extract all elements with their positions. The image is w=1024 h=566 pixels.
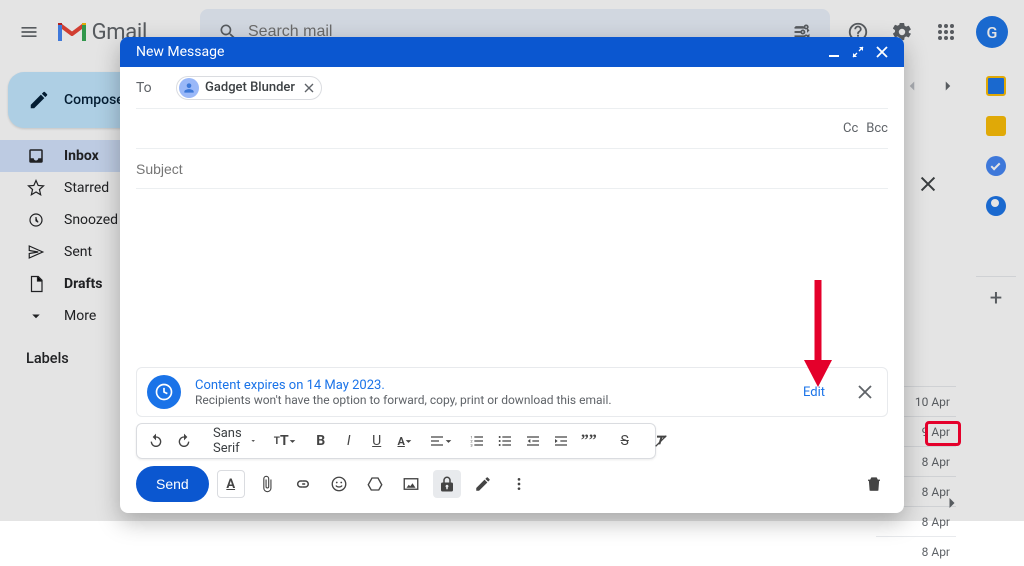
confidential-mode-banner: Content expires on 14 May 2023. Recipien…	[136, 367, 888, 417]
numbered-list-button[interactable]: 123	[464, 427, 490, 455]
inbox-icon	[26, 147, 46, 165]
compose-label: Compose	[64, 92, 124, 108]
formatting-toolbar: Sans Serif TT B I U A 123 ”” S	[136, 423, 656, 459]
confidential-mode-button[interactable]	[433, 470, 461, 498]
tasks-addon-icon[interactable]	[986, 156, 1006, 176]
star-icon	[26, 179, 46, 197]
expand-panel-icon[interactable]	[942, 493, 962, 513]
fullscreen-button[interactable]	[846, 40, 870, 64]
more-options-button[interactable]	[505, 470, 533, 498]
indent-less-button[interactable]	[520, 427, 546, 455]
attach-file-button[interactable]	[253, 470, 281, 498]
svg-text:3: 3	[470, 442, 472, 447]
chevron-down-icon	[26, 307, 46, 325]
recipient-name: Gadget Blunder	[205, 80, 295, 95]
main-menu-button[interactable]	[8, 8, 50, 56]
discard-draft-button[interactable]	[860, 470, 888, 498]
quote-button[interactable]: ””	[576, 427, 602, 455]
sidebar-item-label: Starred	[64, 180, 109, 196]
pager	[896, 70, 964, 102]
account-avatar[interactable]: G	[976, 16, 1008, 48]
subject-row	[136, 149, 888, 189]
cc-bcc-row: Cc Bcc	[136, 109, 888, 149]
get-addons-button[interactable]: +	[976, 276, 1016, 300]
confidential-clock-icon	[147, 375, 181, 409]
strikethrough-button[interactable]: S	[612, 427, 638, 455]
sidebar-item-label: More	[64, 308, 96, 324]
to-label: To	[136, 80, 176, 96]
align-button[interactable]	[428, 427, 454, 455]
sidebar-item-label: Sent	[64, 244, 92, 260]
gmail-m-icon	[58, 21, 86, 43]
sidebar-item-label: Inbox	[64, 148, 99, 164]
close-panel-button[interactable]	[908, 164, 948, 204]
italic-button[interactable]: I	[336, 427, 362, 455]
insert-emoji-button[interactable]	[325, 470, 353, 498]
bold-button[interactable]: B	[308, 427, 334, 455]
sent-icon	[26, 243, 46, 261]
mail-date: 8 Apr	[876, 536, 956, 566]
compose-header[interactable]: New Message	[120, 37, 904, 67]
message-body[interactable]	[136, 189, 888, 367]
insert-drive-button[interactable]	[361, 470, 389, 498]
sidebar-item-label: Snoozed	[64, 212, 118, 228]
close-compose-button[interactable]	[870, 40, 894, 64]
drafts-icon	[26, 275, 46, 293]
keep-addon-icon[interactable]	[986, 116, 1006, 136]
right-sidepanel: +	[968, 64, 1024, 521]
send-button[interactable]: Send	[136, 466, 209, 502]
redo-button[interactable]	[171, 427, 197, 455]
compose-title: New Message	[136, 44, 224, 60]
next-page-button[interactable]	[932, 70, 964, 102]
subject-input[interactable]	[136, 161, 888, 177]
cc-button[interactable]: Cc	[843, 121, 858, 136]
confidential-edit-button[interactable]: Edit	[797, 381, 831, 404]
recipient-avatar-icon	[179, 78, 199, 98]
apps-grid-icon[interactable]	[926, 12, 966, 52]
contacts-addon-icon[interactable]	[986, 196, 1006, 216]
sidebar-item-label: Drafts	[64, 276, 102, 292]
confidential-dismiss-button[interactable]	[853, 380, 877, 404]
confidential-note: Recipients won't have the option to forw…	[195, 393, 612, 407]
minimize-button[interactable]	[822, 40, 846, 64]
compose-actions: Send A	[136, 465, 888, 513]
insert-link-button[interactable]	[289, 470, 317, 498]
indent-more-button[interactable]	[548, 427, 574, 455]
recipient-chip[interactable]: Gadget Blunder	[176, 76, 322, 100]
calendar-addon-icon[interactable]	[986, 76, 1006, 96]
bcc-button[interactable]: Bcc	[866, 121, 888, 136]
underline-button[interactable]: U	[364, 427, 390, 455]
formatting-toggle-button[interactable]: A	[217, 470, 245, 498]
remove-formatting-button[interactable]	[648, 427, 674, 455]
to-row: To Gadget Blunder	[136, 67, 888, 109]
bulleted-list-button[interactable]	[492, 427, 518, 455]
undo-button[interactable]	[143, 427, 169, 455]
font-size-button[interactable]: TT	[272, 427, 298, 455]
insert-signature-button[interactable]	[469, 470, 497, 498]
confidential-text: Content expires on 14 May 2023. Recipien…	[195, 378, 612, 407]
compose-dialog: New Message To Gadget Blunder Cc Bcc	[120, 37, 904, 513]
remove-recipient-button[interactable]	[301, 80, 317, 96]
font-family-dropdown[interactable]: Sans Serif	[207, 426, 262, 456]
clock-icon	[26, 211, 46, 229]
insert-photo-button[interactable]	[397, 470, 425, 498]
text-color-button[interactable]: A	[392, 427, 418, 455]
confidential-expiry: Content expires on 14 May 2023.	[195, 378, 612, 393]
